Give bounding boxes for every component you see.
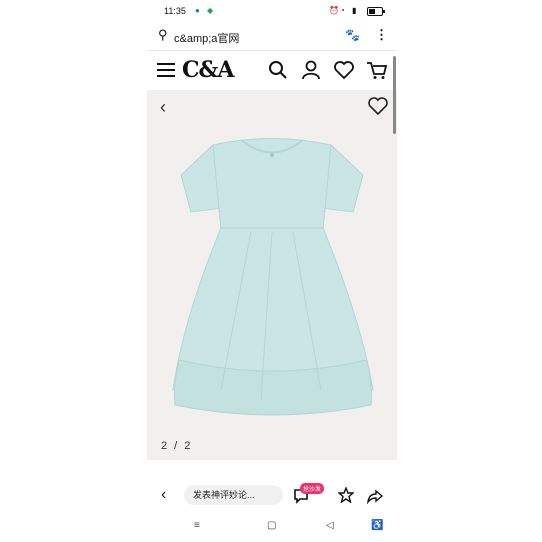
brand-logo[interactable]: C&A: [182, 57, 234, 83]
back-triangle-icon[interactable]: ◁: [326, 520, 334, 531]
search-icon[interactable]: ⚲: [158, 27, 168, 43]
wishlist-heart-icon[interactable]: [333, 60, 355, 80]
signal-icon: ▮: [352, 6, 357, 15]
star-favorite-icon[interactable]: [338, 487, 354, 503]
comment-badge: 抢沙发: [300, 483, 325, 494]
favorite-heart-icon[interactable]: [367, 96, 389, 116]
site-header: C&A: [147, 52, 397, 90]
divider: [147, 50, 397, 51]
product-image-gallery[interactable]: ‹ 2 / 2: [147, 90, 397, 460]
search-icon[interactable]: [268, 60, 288, 80]
account-icon[interactable]: [301, 60, 321, 80]
bottom-toolbar: ‹ 发表神评妙论... 抢沙发: [147, 478, 397, 514]
share-icon[interactable]: [367, 488, 383, 504]
accessibility-icon[interactable]: ♿: [371, 520, 383, 531]
product-dress-image: [172, 138, 374, 416]
battery-icon: [367, 7, 385, 16]
app-notification-icon: ●: [195, 6, 200, 15]
back-arrow-icon[interactable]: ‹: [160, 97, 166, 118]
wechat-notification-icon: ◆: [207, 6, 214, 15]
phone-screen: 11:35 ● ◆ ⏰ ◔ ▮ ⚲ c&amp;a官网 🐾 ⋮ C&A ‹ 2 …: [147, 0, 397, 542]
back-arrow-icon[interactable]: ‹: [161, 486, 166, 504]
home-square-icon[interactable]: ▢: [267, 520, 276, 531]
wifi-icon: ◔: [340, 6, 345, 15]
scrollbar[interactable]: [393, 56, 396, 134]
cart-icon[interactable]: [366, 60, 388, 80]
comment-input[interactable]: 发表神评妙论...: [184, 485, 283, 505]
status-time: 11:35: [164, 6, 186, 16]
image-counter: 2 / 2: [161, 440, 193, 452]
paw-icon[interactable]: 🐾: [345, 28, 360, 42]
address-text[interactable]: c&amp;a官网: [174, 30, 239, 46]
alarm-icon: ⏰: [329, 6, 339, 15]
menu-lines-icon[interactable]: ≡: [194, 520, 200, 531]
more-menu-icon[interactable]: ⋮: [375, 27, 388, 43]
hamburger-menu-icon[interactable]: [157, 63, 175, 77]
system-navigation-bar: ≡ ▢ ◁ ♿: [147, 516, 397, 538]
browser-address-bar[interactable]: ⚲ c&amp;a官网 🐾 ⋮: [147, 24, 397, 48]
status-bar: 11:35 ● ◆ ⏰ ◔ ▮: [147, 0, 397, 22]
